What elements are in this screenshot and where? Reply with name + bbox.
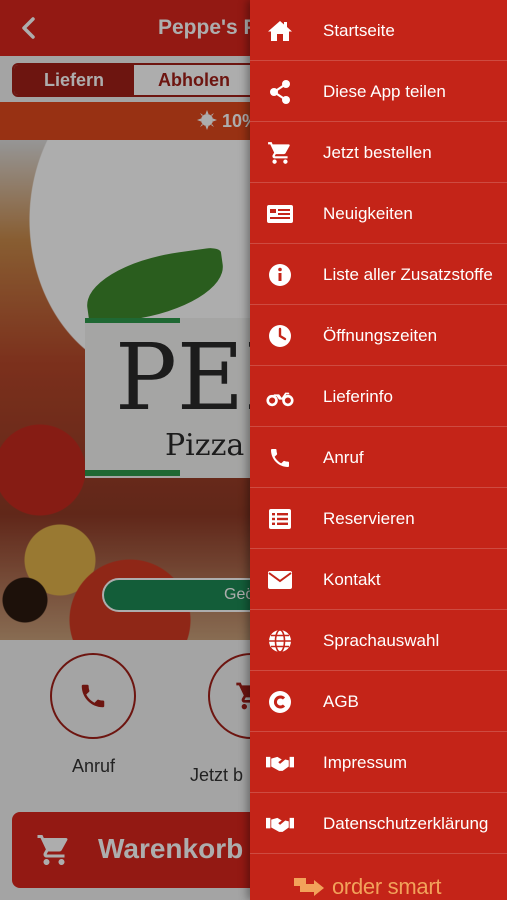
drawer-item-label: Datenschutzerklärung: [323, 814, 489, 833]
envelope-icon: [266, 566, 294, 594]
news-icon: [266, 200, 294, 228]
drawer-item-terms[interactable]: AGB: [250, 671, 507, 732]
handshake-icon: [266, 810, 294, 838]
list-icon: [266, 505, 294, 533]
home-icon: [266, 17, 294, 45]
drawer-item-news[interactable]: Neuigkeiten: [250, 183, 507, 244]
drawer-item-label: Startseite: [323, 21, 395, 40]
phone-icon: [266, 444, 294, 472]
drawer-item-label: Neuigkeiten: [323, 204, 413, 223]
drawer-item-label: Anruf: [323, 448, 364, 467]
order-smart-logo: order smart: [292, 874, 441, 900]
motorbike-icon: [266, 383, 294, 411]
drawer-item-privacy[interactable]: Datenschutzerklärung: [250, 793, 507, 854]
drawer-item-call[interactable]: Anruf: [250, 427, 507, 488]
drawer-item-label: Kontakt: [323, 570, 381, 589]
drawer-item-label: Öffnungszeiten: [323, 326, 438, 345]
drawer-item-home[interactable]: Startseite: [250, 0, 507, 61]
drawer-item-label: Sprachauswahl: [323, 631, 440, 650]
drawer-item-order[interactable]: Jetzt bestellen: [250, 122, 507, 183]
drawer-item-additives[interactable]: Liste aller Zusatzstoffe: [250, 244, 507, 305]
clock-icon: [266, 322, 294, 350]
drawer-item-share[interactable]: Diese App teilen: [250, 61, 507, 122]
drawer-item-label: Diese App teilen: [323, 82, 446, 101]
handshake-icon: [266, 749, 294, 777]
drawer-item-contact[interactable]: Kontakt: [250, 549, 507, 610]
cart-icon: [266, 139, 294, 167]
order-smart-logo-icon: [294, 878, 324, 896]
globe-icon: [266, 627, 294, 655]
share-icon: [266, 78, 294, 106]
drawer-item-label: Liste aller Zusatzstoffe: [323, 265, 493, 284]
navigation-drawer: Startseite Diese App teilen Jetzt bestel…: [250, 0, 507, 900]
drawer-item-opening-hours[interactable]: Öffnungszeiten: [250, 305, 507, 366]
drawer-item-label: Lieferinfo: [323, 387, 393, 406]
order-smart-brand-text: order smart: [332, 874, 442, 899]
drawer-item-label: AGB: [323, 692, 359, 711]
drawer-item-reserve[interactable]: Reservieren: [250, 488, 507, 549]
drawer-item-delivery-info[interactable]: Lieferinfo: [250, 366, 507, 427]
info-icon: [266, 261, 294, 289]
copyright-icon: [266, 688, 294, 716]
drawer-item-label: Jetzt bestellen: [323, 143, 432, 162]
drawer-item-label: Reservieren: [323, 509, 415, 528]
drawer-item-imprint[interactable]: Impressum: [250, 732, 507, 793]
drawer-item-language[interactable]: Sprachauswahl: [250, 610, 507, 671]
drawer-item-label: Impressum: [323, 753, 408, 772]
